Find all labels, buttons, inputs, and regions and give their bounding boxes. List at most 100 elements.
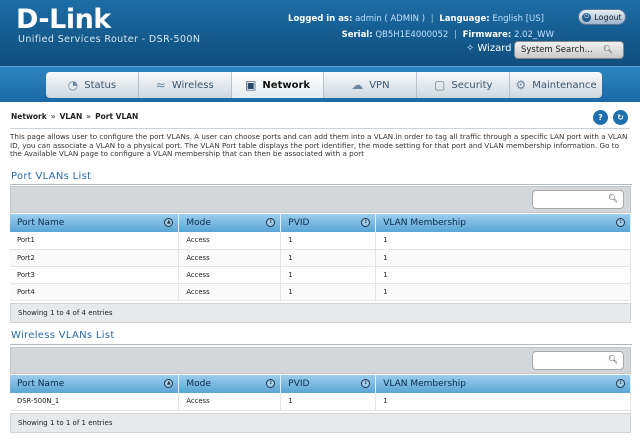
tab-security[interactable]: ▢ Security [417, 72, 511, 98]
column-label: Mode [186, 218, 211, 228]
table-row[interactable]: Port1 Access 1 1 [10, 232, 631, 250]
cell-vlan-membership: 1 [375, 266, 631, 284]
logged-in-user: admin ( ADMIN ) [355, 14, 426, 24]
tab-label: VPN [369, 79, 390, 91]
breadcrumb-item: Port VLAN [95, 112, 139, 121]
column-header-vlan-membership[interactable]: VLAN Membership ↕ [375, 375, 631, 393]
wizard-link[interactable]: ✧ Wizard [466, 43, 512, 54]
table-row[interactable]: Port2 Access 1 1 [10, 249, 631, 267]
device-info: Serial: QB5H1E4000052 | Firmware: 2.02_W… [342, 30, 554, 40]
table-row[interactable]: Port3 Access 1 1 [10, 266, 631, 284]
refresh-icon[interactable]: ↻ [613, 110, 628, 125]
header-separator: | [430, 14, 434, 24]
language-select[interactable]: English [US] [492, 14, 544, 24]
column-label: Port Name [17, 218, 65, 228]
cell-mode: Access [178, 249, 282, 267]
firmware-label: Firmware: [462, 30, 512, 40]
section-title-wireless-vlans: Wireless VLANs List [11, 330, 115, 341]
wireless-vlans-table: Port Name ▲ Mode ↕ PVID ↕ VLAN Membership ↕ … [10, 375, 631, 411]
cell-port-name: Port3 [10, 266, 180, 284]
port-vlans-footer: Showing 1 to 4 of 4 entries [10, 303, 631, 323]
column-header-port-name[interactable]: Port Name ▲ [10, 214, 180, 232]
column-header-vlan-membership[interactable]: VLAN Membership ↕ [375, 214, 631, 232]
nav-tabs: ◔ Status ≈ Wireless ▣ Network ☁ VPN ▢ Se… [46, 72, 602, 98]
system-search-placeholder: System Search... [521, 45, 593, 55]
system-search-input[interactable]: System Search... 🔍︎ [514, 41, 624, 59]
tab-network[interactable]: ▣ Network [231, 72, 325, 98]
cell-mode: Access [178, 232, 282, 250]
logged-in-label: Logged in as: [288, 14, 353, 24]
main-nav: ◔ Status ≈ Wireless ▣ Network ☁ VPN ▢ Se… [0, 66, 640, 102]
wifi-icon: ≈ [155, 78, 166, 92]
wireless-vlans-footer: Showing 1 to 1 of 1 entries [10, 413, 631, 433]
dlink-logo: D-Link [16, 4, 111, 35]
wand-icon: ✧ [466, 43, 475, 54]
gears-icon: ⚙ [515, 78, 527, 92]
sort-icon: ↕ [266, 218, 276, 227]
column-header-mode[interactable]: Mode ↕ [178, 375, 282, 393]
sort-icon: ↕ [616, 379, 625, 388]
tab-label: Network [262, 79, 311, 91]
breadcrumb-item[interactable]: VLAN [60, 112, 83, 121]
tab-maintenance[interactable]: ⚙ Maintenance [510, 72, 602, 98]
column-header-mode[interactable]: Mode ↕ [178, 214, 282, 232]
wireless-vlans-search-input[interactable]: 🔍︎ [532, 351, 624, 370]
cell-port-name: DSR-500N_1 [10, 393, 180, 411]
help-icon[interactable]: ? [593, 110, 608, 125]
table-row[interactable]: Port4 Access 1 1 [10, 283, 631, 301]
column-label: Mode [186, 379, 211, 389]
column-label: Port Name [17, 379, 65, 389]
top-header: D-Link Unified Services Router - DSR-500… [0, 0, 640, 66]
section-title-port-vlans: Port VLANs List [11, 171, 92, 182]
sort-icon: ↕ [361, 218, 371, 227]
divider [10, 128, 630, 129]
lock-icon: ▢ [434, 78, 446, 92]
tab-wireless[interactable]: ≈ Wireless [139, 72, 232, 98]
tab-status[interactable]: ◔ Status [46, 72, 139, 98]
cell-vlan-membership: 1 [375, 232, 631, 250]
cell-port-name: Port4 [10, 283, 180, 301]
cloud-lock-icon: ☁ [351, 78, 364, 92]
page-description: This page allows user to configure the p… [10, 132, 628, 159]
search-icon: 🔍︎ [607, 355, 618, 364]
language-label: Language: [439, 14, 490, 24]
column-header-pvid[interactable]: PVID ↕ [280, 214, 377, 232]
port-vlans-search-input[interactable]: 🔍︎ [532, 190, 624, 209]
sort-icon: ↕ [361, 379, 371, 388]
column-label: PVID [288, 218, 310, 228]
breadcrumb-separator: » [50, 112, 56, 121]
cell-pvid: 1 [280, 249, 377, 267]
breadcrumb-separator: » [86, 112, 92, 121]
login-info: Logged in as: admin ( ADMIN ) | Language… [288, 14, 544, 24]
monitor-icon: ▣ [245, 78, 257, 92]
cell-mode: Access [178, 393, 282, 411]
table-row[interactable]: DSR-500N_1 Access 1 1 [10, 393, 631, 411]
column-header-pvid[interactable]: PVID ↕ [280, 375, 377, 393]
port-vlans-toolbar: 🔍︎ [10, 186, 631, 213]
cell-vlan-membership: 1 [375, 283, 631, 301]
sort-asc-icon: ▲ [164, 218, 174, 227]
tab-label: Security [451, 79, 493, 91]
product-subtitle: Unified Services Router - DSR-500N [18, 34, 201, 45]
logout-button[interactable]: ⏻ Logout [578, 9, 626, 25]
column-label: VLAN Membership [383, 218, 466, 228]
search-icon: 🔍︎ [607, 194, 618, 203]
cell-pvid: 1 [280, 283, 377, 301]
column-label: VLAN Membership [383, 379, 466, 389]
breadcrumb: Network» VLAN» Port VLAN [11, 112, 138, 121]
cell-vlan-membership: 1 [375, 249, 631, 267]
cell-pvid: 1 [280, 232, 377, 250]
search-icon[interactable]: 🔍︎ [603, 45, 613, 54]
gauge-icon: ◔ [67, 78, 79, 92]
sort-icon: ↕ [616, 218, 625, 227]
breadcrumb-item[interactable]: Network [11, 112, 47, 121]
cell-mode: Access [178, 266, 282, 284]
cell-pvid: 1 [280, 266, 377, 284]
wizard-label: Wizard [477, 43, 512, 54]
tab-vpn[interactable]: ☁ VPN [324, 72, 418, 98]
sort-asc-icon: ▲ [164, 379, 174, 388]
sort-icon: ↕ [266, 379, 276, 388]
column-header-port-name[interactable]: Port Name ▲ [10, 375, 180, 393]
cell-port-name: Port2 [10, 249, 180, 267]
tab-label: Maintenance [532, 79, 597, 91]
